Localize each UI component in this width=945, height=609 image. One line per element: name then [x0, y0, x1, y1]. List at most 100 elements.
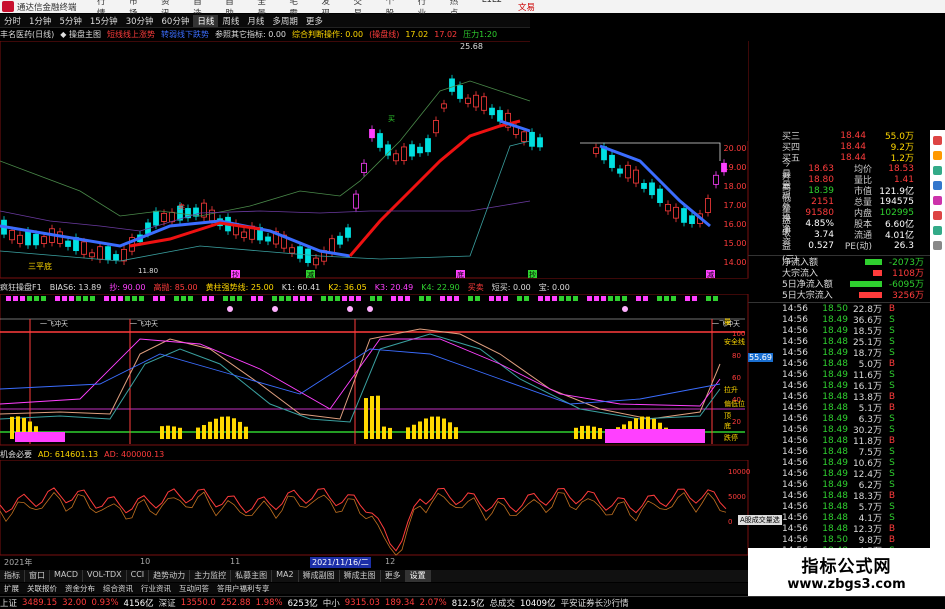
- indicator_row-item-4: 参照其它指标: 0.00: [214, 30, 287, 39]
- period-tab-9[interactable]: 多周期: [268, 15, 302, 27]
- period-tab-4[interactable]: 30分钟: [122, 15, 158, 27]
- sub-tab-4[interactable]: 行业资讯: [137, 583, 175, 594]
- quote-value: 91580: [805, 207, 834, 218]
- toolbar-blue-icon[interactable]: [933, 181, 942, 190]
- kdj-bar: [196, 427, 200, 439]
- flow-bar: [844, 258, 882, 265]
- period-tab-3[interactable]: 15分钟: [86, 15, 122, 27]
- tick-side: S: [889, 380, 895, 391]
- period-tab-1[interactable]: 1分钟: [25, 15, 55, 27]
- signal-dot: [622, 306, 628, 312]
- status-item-16: 10409亿: [520, 599, 556, 609]
- app-logo-icon: [2, 1, 14, 12]
- period-tab-6[interactable]: 日线: [193, 14, 219, 27]
- signal-square: [447, 296, 452, 301]
- price-tick-5: 15.00: [724, 239, 747, 248]
- candle-body: [385, 144, 391, 156]
- sub-tab-6[interactable]: 答用户福利专享: [213, 583, 274, 594]
- indicator-tab-9[interactable]: 狮成副图: [299, 570, 340, 582]
- sub-tab-2[interactable]: 资金分布: [61, 583, 99, 594]
- kdj-aux-line: [0, 348, 721, 405]
- status-item-12: 189.34: [384, 598, 415, 608]
- toolbar-green-icon[interactable]: [933, 166, 942, 175]
- signal-square: [307, 296, 312, 301]
- kdj-bar: [10, 416, 14, 439]
- candle-body: [361, 162, 367, 173]
- indicator_row-item-6: (操盘线): [369, 30, 400, 39]
- indicator-tab-11[interactable]: 更多: [381, 570, 406, 582]
- signal-square: [27, 296, 32, 301]
- ad-signal-line: [0, 491, 727, 556]
- indicator-tab-3[interactable]: VOL-TDX: [83, 570, 127, 582]
- status-item-14: 812.5亿: [451, 599, 485, 609]
- toolbar-green2-icon[interactable]: [933, 226, 942, 235]
- period-tab-0[interactable]: 分时: [0, 15, 25, 27]
- indicator-tabs: 指标 窗口 MACD VOL-TDX CCI 趋势动力 主力监控 私募主图 MA2 狮成副图 狮成主…: [0, 570, 750, 582]
- candle-body: [369, 129, 375, 139]
- indicator-tab-7[interactable]: 私募主图: [231, 570, 273, 582]
- kdj-right-label: 安全线: [724, 337, 745, 346]
- kdj-bar: [376, 395, 380, 439]
- status-item-9: 6253亿: [287, 599, 318, 609]
- indicator-tab-0[interactable]: 指标: [0, 570, 25, 582]
- candle-body: [97, 246, 103, 260]
- kline-chart[interactable]: 20.00 19.00 18.00 17.00 16.00 15.00 14.00 25.68…: [0, 41, 750, 279]
- sub-tab-5[interactable]: 互动问答: [175, 583, 213, 594]
- indicator-tab-1[interactable]: 窗口: [25, 570, 50, 582]
- trade-link[interactable]: 文易: [518, 1, 535, 13]
- tick-side: B: [888, 523, 896, 534]
- kdj-bar: [370, 396, 374, 439]
- signal-square: [153, 296, 158, 301]
- kdj-axis-tick: 60: [732, 374, 741, 382]
- signal-square: [559, 296, 564, 301]
- sub-tab-0[interactable]: 扩展: [0, 583, 23, 594]
- status-item-15: 总成交: [489, 599, 516, 609]
- toolbar-red2-icon[interactable]: [933, 211, 942, 220]
- signal-square: [286, 296, 291, 301]
- status-item-1: 3489.15: [22, 598, 58, 608]
- signal-square: [104, 296, 109, 301]
- kdj-bar: [244, 426, 248, 439]
- period-tab-2[interactable]: 5分钟: [55, 15, 85, 27]
- period-tab-10[interactable]: 更多: [302, 15, 327, 27]
- indicator-tab-2[interactable]: MACD: [50, 570, 83, 582]
- date-tick-1: 10: [140, 557, 151, 566]
- signal-square: [524, 296, 529, 301]
- signal-square: [125, 296, 130, 301]
- indicator-tab-12[interactable]: 设置: [405, 570, 431, 582]
- toolbar-gray-icon[interactable]: [933, 241, 942, 250]
- period-tab-5[interactable]: 60分钟: [158, 15, 194, 27]
- candle-body: [161, 212, 167, 222]
- tick-time: 14:56: [782, 380, 808, 391]
- quote-value2: 121.9亿: [879, 187, 914, 197]
- volume-tooltip: A股成交量选: [738, 515, 782, 525]
- period-tab-8[interactable]: 月线: [243, 15, 268, 27]
- toolbar-orange-icon[interactable]: [933, 151, 942, 160]
- candle-body: [209, 209, 215, 222]
- signal-square: [594, 296, 599, 301]
- indicator-tab-8[interactable]: MA2: [272, 570, 299, 582]
- toolbar-pink-icon[interactable]: [933, 196, 942, 205]
- toolbar-red-icon[interactable]: [933, 136, 942, 145]
- tick-row: 14:56 18.49 18.5万 S: [748, 325, 930, 338]
- signal-dot: [227, 306, 233, 312]
- sub-tab-3[interactable]: 综合资讯: [99, 583, 137, 594]
- indicator-tab-5[interactable]: 趋势动力: [149, 570, 191, 582]
- tick-price: 18.49: [822, 424, 848, 435]
- quote-value: 18.39: [808, 185, 834, 196]
- signal-square: [615, 296, 620, 301]
- indicator-tab-4[interactable]: CCI: [127, 570, 150, 582]
- indicator-tab-6[interactable]: 主力监控: [190, 570, 232, 582]
- sub-tab-1[interactable]: 关联报价: [23, 583, 61, 594]
- ad-chart[interactable]: 10000 5000 0: [0, 460, 750, 556]
- price-tick-3: 17.00: [724, 201, 747, 210]
- candle-body: [113, 254, 119, 261]
- tick-side: B: [888, 402, 896, 413]
- period-tab-7[interactable]: 周线: [218, 15, 243, 27]
- indicator-tab-10[interactable]: 狮成主图: [340, 570, 381, 582]
- tick-side: S: [889, 424, 895, 435]
- candle-body: [625, 164, 631, 179]
- kdj-chart[interactable]: 一飞冲天 一飞冲天 一飞冲天10080604020量安全线拉升偏低位顶底跌停: [0, 294, 750, 446]
- kdj-bar: [364, 398, 368, 439]
- kdj_header-item-8: K4: 22.90: [421, 283, 460, 292]
